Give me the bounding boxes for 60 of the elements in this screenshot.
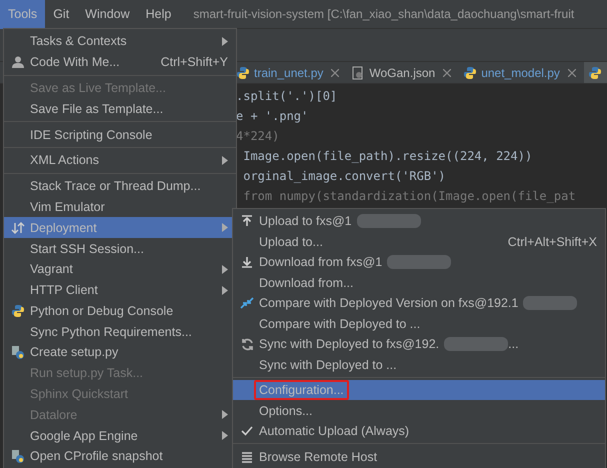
menu-item[interactable]: Sync Python Requirements... (4, 321, 236, 342)
menu-item[interactable]: Compare with Deployed Version on fxs@192.1 (233, 293, 605, 314)
menu-bar-item[interactable]: Git (45, 0, 78, 28)
menu-item[interactable]: Automatic Upload (Always) (233, 420, 605, 442)
menu-item[interactable]: XML Actions (4, 150, 236, 171)
menu-item[interactable]: Sync with Deployed to fxs@192. ... (233, 334, 605, 354)
check-icon (241, 426, 253, 436)
menu-item[interactable]: Download from fxs@1 (233, 252, 605, 272)
code-line: e + '.png' (236, 108, 310, 125)
code-line: from numpy(standardization(Image.open(file_pat (242, 188, 577, 205)
menu-item[interactable]: Options... (233, 400, 605, 421)
upload-icon (241, 215, 253, 228)
code-line: 4*224) (236, 128, 280, 145)
menu-item[interactable]: Download from... (233, 272, 605, 293)
menu-item[interactable]: Python or Debug Console (4, 300, 236, 322)
person-icon (11, 56, 25, 68)
shortcut-text: Ctrl+Alt+Shift+X (508, 234, 597, 249)
python-icon (463, 66, 478, 80)
code-line: .split('.')[0] (236, 88, 338, 105)
compare-arrows-icon (240, 296, 254, 310)
python-icon (588, 66, 602, 80)
editor-tab[interactable]: unet_model.py (459, 62, 584, 83)
close-icon[interactable] (443, 68, 452, 76)
shortcut-text: Ctrl+Shift+Y (160, 55, 228, 70)
menu-item[interactable]: Start SSH Session... (4, 238, 236, 259)
sync-icon (240, 338, 254, 351)
json-file-icon (351, 66, 366, 80)
window-title: smart-fruit-vision-system [C:\fan_xiao_shan\data_daochuang\smart-fruit (193, 7, 574, 21)
menu-item[interactable]: IDE Scripting Console (4, 124, 236, 145)
menu-item[interactable]: Sync with Deployed to ... (233, 354, 605, 375)
close-icon[interactable] (331, 68, 340, 76)
up-down-arrows-icon (11, 222, 25, 234)
download-icon (241, 256, 253, 268)
menu-item[interactable]: Upload to fxs@1 (233, 211, 605, 232)
python-file-icon (11, 449, 25, 464)
menu-bar-item[interactable]: Window (77, 0, 138, 28)
menu-bar-item[interactable]: Help (138, 0, 180, 28)
list-icon (241, 450, 253, 463)
editor-tab[interactable]: WoGan.json (347, 62, 460, 83)
close-icon[interactable] (568, 68, 576, 76)
menu-item[interactable]: Google App Engine (4, 425, 236, 446)
editor-tab[interactable] (584, 62, 607, 83)
menu-item[interactable]: Compare with Deployed to ... (233, 314, 605, 334)
menu-item[interactable]: Vim Emulator (4, 196, 236, 218)
menu-item[interactable]: Stack Trace or Thread Dump... (4, 176, 236, 197)
code-line: orginal_image.convert('RGB') (242, 168, 447, 185)
menu-item[interactable]: Upload to... Ctrl+Alt+Shift+X (233, 232, 605, 252)
menu-item[interactable]: Open CProfile snapshot (4, 446, 236, 467)
ellipsis: ... (508, 337, 519, 352)
menu-item[interactable]: HTTP Client (4, 280, 236, 300)
menu-item[interactable]: Browse Remote Host (233, 446, 605, 467)
menu-item[interactable]: Create setup.py (4, 342, 236, 363)
menu-item[interactable]: Vagrant (4, 258, 236, 280)
highlight-outline: Configuration... (254, 380, 349, 400)
python-icon (11, 304, 25, 318)
menu-item[interactable]: Save File as Template... (4, 98, 236, 120)
code-line: Image.open(file_path).resize((224, 224)) (242, 148, 534, 165)
menu-item[interactable]: Tasks & Contexts (4, 31, 236, 52)
python-icon (236, 66, 250, 80)
python-file-icon (11, 345, 25, 360)
